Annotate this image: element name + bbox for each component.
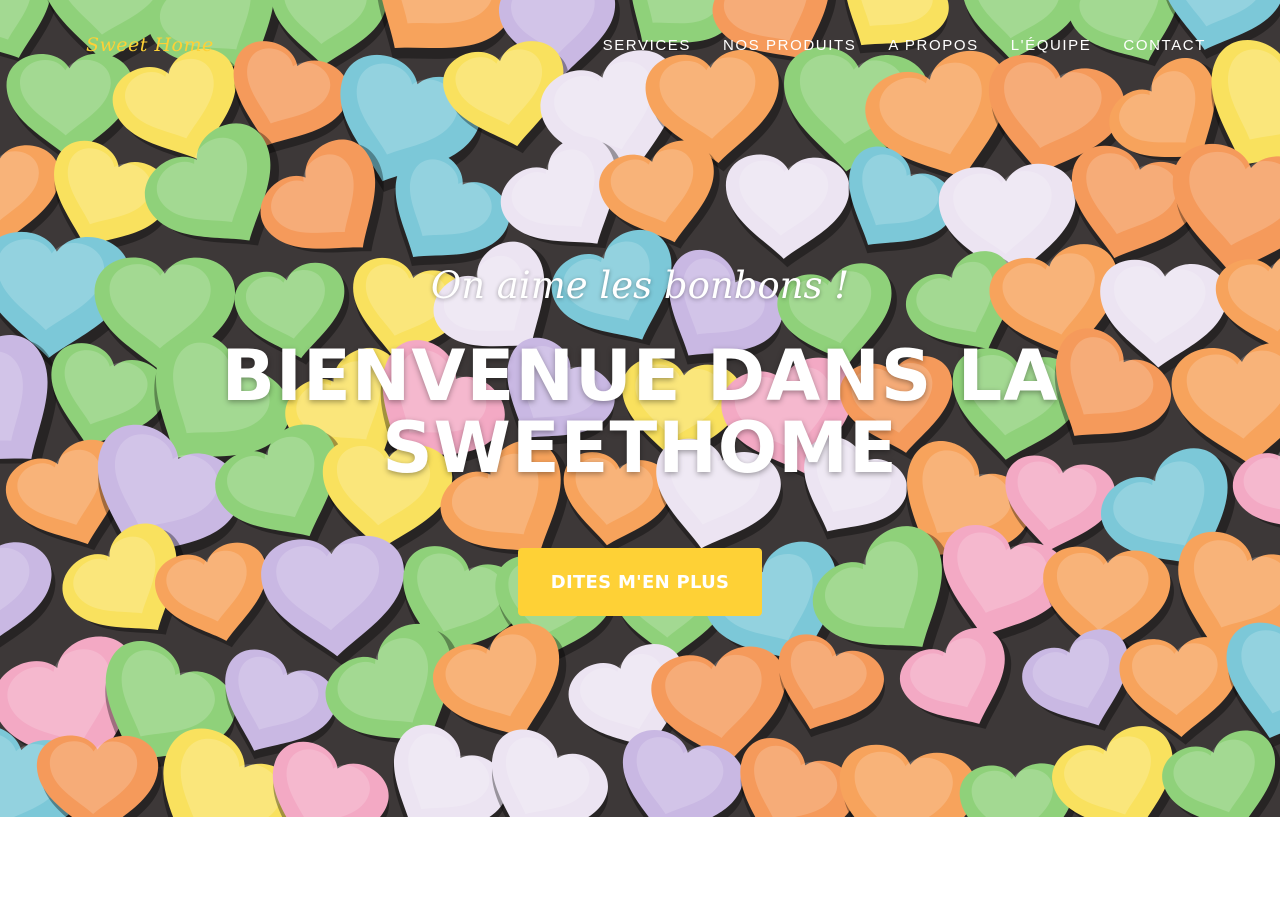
nav-link-a-propos[interactable]: A PROPOS: [888, 37, 978, 54]
hero-section: Sweet Home SERVICES NOS PRODUITS A PROPO…: [0, 0, 1280, 817]
tell-me-more-button[interactable]: DITES M'EN PLUS: [518, 548, 762, 616]
navbar: Sweet Home SERVICES NOS PRODUITS A PROPO…: [0, 0, 1280, 94]
brand-logo[interactable]: Sweet Home: [86, 34, 214, 56]
nav-link-nos-produits[interactable]: NOS PRODUITS: [723, 37, 856, 54]
candy-heart: [36, 735, 163, 817]
nav-links: SERVICES NOS PRODUITS A PROPOS L'ÉQUIPE …: [571, 37, 1206, 54]
hero-subheading: On aime les bonbons !: [430, 264, 850, 307]
nav-link-contact[interactable]: CONTACT: [1123, 37, 1206, 54]
nav-link-equipe[interactable]: L'ÉQUIPE: [1011, 37, 1092, 54]
nav-link-services[interactable]: SERVICES: [603, 37, 691, 54]
hero-heading: BIENVENUE DANS LA SWEETHOME: [221, 335, 1059, 489]
